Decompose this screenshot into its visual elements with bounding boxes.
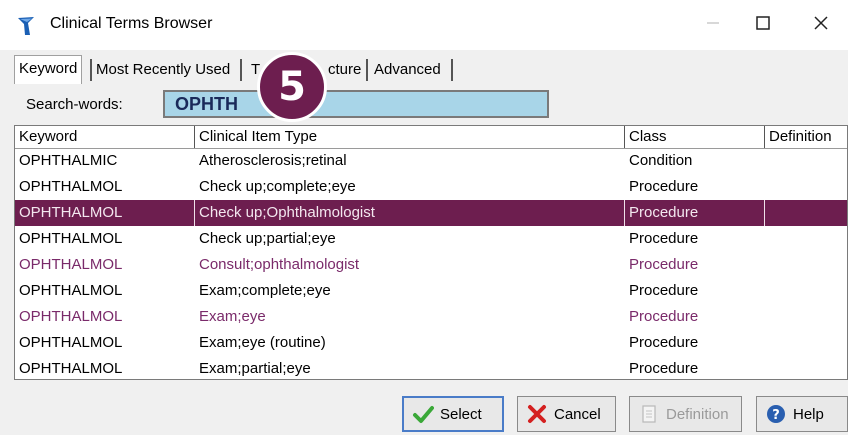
keyword-cell: OPHTHALMOL xyxy=(15,200,195,226)
table-row[interactable]: OPHTHALMOL Exam;complete;eye Procedure xyxy=(15,278,847,304)
definition-cell xyxy=(765,304,847,330)
class-cell: Condition xyxy=(629,152,693,169)
help-button[interactable]: ? Help xyxy=(756,396,848,432)
tab-keyword[interactable]: Keyword xyxy=(14,55,83,84)
cancel-button[interactable]: Cancel xyxy=(517,396,616,432)
clinical-item-type-cell: Consult;ophthalmologist xyxy=(199,256,360,273)
tab-structure[interactable]: cture xyxy=(328,58,361,82)
clinical-item-type-cell: Check up;partial;eye xyxy=(199,230,336,247)
tab-structure-label: cture xyxy=(328,61,362,78)
clinical-item-type-cell: Check up;Ophthalmologist xyxy=(195,200,625,226)
tab-separator xyxy=(240,59,242,81)
keyword-cell: OPHTHALMOL xyxy=(19,256,123,273)
select-button[interactable]: Select xyxy=(402,396,504,432)
table-row[interactable]: OPHTHALMOL Exam;eye Procedure xyxy=(15,304,847,330)
clinical-item-type-cell: Exam;partial;eye xyxy=(199,360,311,377)
table-row[interactable]: OPHTHALMOL Exam;partial;eye Procedure xyxy=(15,356,847,379)
tab-advanced[interactable]: Advanced xyxy=(374,58,441,82)
clinical-item-type-cell: Exam;eye xyxy=(199,308,266,325)
tab-strip: Keyword Most Recently Used T cture Advan… xyxy=(14,55,814,84)
step-number-badge: 5 xyxy=(257,52,327,122)
tab-separator xyxy=(90,59,92,81)
keyword-cell: OPHTHALMOL xyxy=(19,230,123,247)
class-cell: Procedure xyxy=(629,282,699,299)
help-button-label: Help xyxy=(793,405,824,423)
class-cell: Procedure xyxy=(625,200,765,226)
definition-button-label: Definition xyxy=(666,405,729,423)
class-cell: Procedure xyxy=(629,178,699,195)
keyword-cell: OPHTHALMOL xyxy=(19,334,123,351)
column-header-class[interactable]: Class xyxy=(625,126,765,148)
class-cell: Procedure xyxy=(629,308,699,325)
clinical-item-type-cell: Exam;complete;eye xyxy=(199,282,331,299)
results-table[interactable]: Keyword Clinical Item Type Class Definit… xyxy=(14,125,848,380)
tab-keyword-label: Keyword xyxy=(19,60,78,77)
tab-separator xyxy=(366,59,368,81)
definition-cell xyxy=(765,148,847,174)
table-row[interactable]: OPHTHALMIC Atherosclerosis;retinal Condi… xyxy=(15,148,847,174)
maximize-icon xyxy=(756,16,770,34)
table-header: Keyword Clinical Item Type Class Definit… xyxy=(15,126,847,149)
minimize-button[interactable] xyxy=(690,8,736,42)
search-words-input[interactable] xyxy=(163,90,549,118)
app-logo-icon xyxy=(14,14,38,38)
definition-cell xyxy=(765,356,847,379)
definition-cell xyxy=(765,174,847,200)
help-question-icon: ? xyxy=(765,403,787,425)
clinical-item-type-cell: Check up;complete;eye xyxy=(199,178,356,195)
definition-cell xyxy=(765,278,847,304)
keyword-cell: OPHTHALMOL xyxy=(19,178,123,195)
clinical-terms-browser-window: Clinical Terms Browser Keyword Most Rece… xyxy=(0,0,848,435)
table-row[interactable]: OPHTHALMOL Check up;complete;eye Procedu… xyxy=(15,174,847,200)
search-words-label: Search-words: xyxy=(26,96,123,113)
table-row-selected[interactable]: OPHTHALMOL Check up;Ophthalmologist Proc… xyxy=(15,200,847,226)
close-icon xyxy=(814,16,828,34)
tab-most-recently-used[interactable]: Most Recently Used xyxy=(96,58,230,82)
svg-text:?: ? xyxy=(772,408,780,423)
definition-button[interactable]: Definition xyxy=(629,396,742,432)
column-header-clinical-item-type[interactable]: Clinical Item Type xyxy=(195,126,625,148)
select-button-label: Select xyxy=(440,405,482,423)
tab-most-recently-used-label: Most Recently Used xyxy=(96,61,231,78)
keyword-cell: OPHTHALMOL xyxy=(19,282,123,299)
table-row[interactable]: OPHTHALMOL Exam;eye (routine) Procedure xyxy=(15,330,847,356)
tab-advanced-label: Advanced xyxy=(374,61,441,78)
keyword-cell: OPHTHALMIC xyxy=(19,152,118,169)
checkmark-icon xyxy=(412,403,434,425)
title-bar: Clinical Terms Browser xyxy=(0,0,848,50)
column-header-keyword[interactable]: Keyword xyxy=(15,126,195,148)
keyword-cell: OPHTHALMOL xyxy=(19,360,123,377)
maximize-button[interactable] xyxy=(740,8,786,42)
definition-cell xyxy=(765,200,847,226)
definition-cell xyxy=(765,226,847,252)
window-title: Clinical Terms Browser xyxy=(50,15,213,32)
cancel-button-label: Cancel xyxy=(554,405,601,423)
red-x-icon xyxy=(526,403,548,425)
clinical-item-type-cell: Exam;eye (routine) xyxy=(199,334,326,351)
tab-separator xyxy=(451,59,453,81)
class-cell: Procedure xyxy=(629,334,699,351)
document-icon xyxy=(638,403,660,425)
minimize-icon xyxy=(706,16,720,34)
definition-cell xyxy=(765,330,847,356)
table-row[interactable]: OPHTHALMOL Check up;partial;eye Procedur… xyxy=(15,226,847,252)
clinical-item-type-cell: Atherosclerosis;retinal xyxy=(199,152,347,169)
table-row[interactable]: OPHTHALMOL Consult;ophthalmologist Proce… xyxy=(15,252,847,278)
class-cell: Procedure xyxy=(629,256,699,273)
class-cell: Procedure xyxy=(629,360,699,377)
definition-cell xyxy=(765,252,847,278)
keyword-cell: OPHTHALMOL xyxy=(19,308,123,325)
column-header-definition[interactable]: Definition xyxy=(765,126,847,148)
close-button[interactable] xyxy=(798,8,844,42)
class-cell: Procedure xyxy=(629,230,699,247)
